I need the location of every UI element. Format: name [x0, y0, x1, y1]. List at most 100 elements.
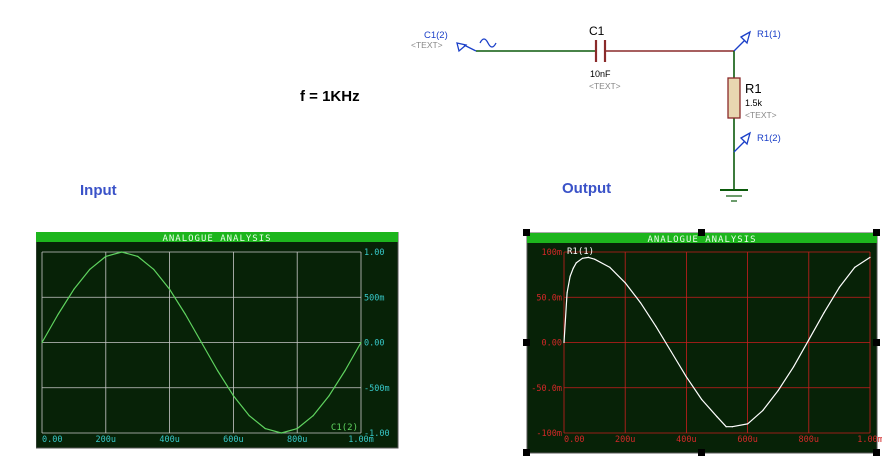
data-point	[581, 257, 583, 259]
probe-arrow-icon	[739, 131, 752, 146]
data-point	[731, 426, 733, 428]
data-point	[153, 268, 155, 270]
data-point	[89, 268, 91, 270]
selection-handle[interactable]	[873, 449, 880, 456]
data-point	[569, 275, 571, 277]
source-terminal[interactable]: C1(2) <TEXT>	[411, 30, 497, 53]
resistor-name: R1	[745, 81, 762, 96]
resistor-value: 1.5k	[745, 98, 763, 108]
data-point	[639, 302, 642, 304]
x-tick-label: 400u	[676, 435, 696, 445]
data-point	[312, 415, 314, 417]
capacitor-name: C1	[589, 24, 605, 38]
x-tick-label: 0.00	[564, 435, 584, 445]
data-point	[184, 313, 187, 316]
data-point	[701, 398, 703, 401]
probe-bottom-label: R1(2)	[757, 133, 781, 144]
selection-handle[interactable]	[873, 339, 880, 346]
data-point	[685, 376, 687, 378]
y-tick-label: 500m	[364, 293, 384, 303]
data-point	[137, 255, 139, 257]
circuit-schematic: C1(2) <TEXT> C1 10nF <TEXT> R1(1) R1 1.5…	[411, 24, 781, 202]
data-point	[747, 423, 749, 425]
resistor-r1[interactable]: R1 1.5k <TEXT>	[727, 77, 777, 120]
data-point	[716, 416, 718, 418]
capacitor-value: 10nF	[590, 69, 611, 79]
data-point	[216, 369, 219, 372]
data-point	[609, 266, 611, 268]
data-point	[670, 350, 672, 353]
x-tick-label: 800u	[799, 435, 819, 445]
y-tick-label: -1.00	[364, 429, 390, 439]
data-point	[808, 339, 810, 341]
data-point	[264, 428, 266, 430]
data-point	[169, 288, 171, 290]
probe-r1-top[interactable]: R1(1)	[733, 29, 781, 52]
x-tick-label: 800u	[287, 435, 307, 445]
data-point	[854, 266, 856, 268]
x-tick-label: 400u	[159, 435, 179, 445]
source-text-placeholder: <TEXT>	[411, 40, 443, 50]
data-point	[105, 255, 107, 257]
data-point	[121, 251, 123, 253]
trace-label: C1(2)	[331, 423, 358, 433]
data-point	[725, 426, 727, 428]
selection-handle[interactable]	[523, 449, 530, 456]
data-point	[566, 292, 568, 294]
y-tick-label: 0.00	[364, 339, 384, 349]
data-point	[344, 369, 346, 372]
data-point	[792, 366, 795, 368]
graph-frame	[36, 232, 399, 449]
x-tick-label: 1.00m	[857, 435, 882, 445]
selection-handle[interactable]	[523, 339, 530, 346]
probe-top-label: R1(1)	[757, 29, 781, 40]
capacitor-c1[interactable]: C1 10nF <TEXT>	[589, 24, 621, 91]
data-point	[57, 313, 59, 316]
capacitor-text-placeholder: <TEXT>	[589, 81, 621, 91]
data-point	[823, 312, 825, 314]
selection-handle[interactable]	[698, 229, 705, 236]
data-point	[248, 415, 250, 417]
probe-arrow-icon	[456, 42, 468, 53]
data-point	[41, 341, 43, 344]
x-tick-label: 600u	[223, 435, 243, 445]
input-graph[interactable]: ANALOGUE ANALYSIS 0.00 200u 400u 600u 800u 1.…	[36, 232, 400, 450]
y-tick-label: -100m	[536, 429, 562, 439]
probe-arrow-icon	[739, 30, 752, 45]
x-tick-label: 600u	[737, 435, 757, 445]
data-point	[762, 409, 764, 411]
trace-label: R1(1)	[567, 247, 594, 257]
sine-source-icon	[479, 38, 497, 48]
data-point	[200, 341, 203, 344]
y-tick-label: 1.00	[364, 248, 384, 258]
graph-title: ANALOGUE ANALYSIS	[162, 234, 271, 244]
y-tick-label: 0.00	[542, 339, 562, 349]
data-point	[563, 341, 565, 344]
x-tick-label: 0.00	[42, 435, 62, 445]
ground-icon	[720, 189, 748, 202]
data-point	[575, 262, 577, 264]
y-tick-label: 100m	[542, 248, 562, 258]
data-point	[296, 428, 298, 430]
data-point	[655, 325, 657, 327]
selection-handle[interactable]	[698, 449, 705, 456]
output-graph[interactable]: ANALOGUE ANALYSIS 0.00 200u 400u 600u 800u 1.…	[522, 228, 882, 458]
resistor-body	[727, 77, 741, 119]
data-point	[777, 389, 779, 392]
y-tick-label: 50.0m	[536, 293, 562, 303]
x-tick-label: 200u	[96, 435, 116, 445]
selection-handle[interactable]	[873, 229, 880, 236]
data-point	[328, 395, 330, 397]
selection-handle[interactable]	[523, 229, 530, 236]
graph-frame	[526, 232, 878, 454]
y-tick-label: -500m	[364, 384, 390, 394]
data-point	[624, 282, 626, 284]
y-tick-label: -50.0m	[531, 384, 562, 394]
data-point	[73, 288, 75, 290]
resistor-text-placeholder: <TEXT>	[745, 110, 777, 120]
data-point	[280, 432, 282, 434]
probe-r1-bottom[interactable]: R1(2)	[733, 131, 781, 153]
graph-title: ANALOGUE ANALYSIS	[647, 235, 756, 245]
data-point	[360, 341, 362, 344]
data-point	[869, 256, 871, 258]
